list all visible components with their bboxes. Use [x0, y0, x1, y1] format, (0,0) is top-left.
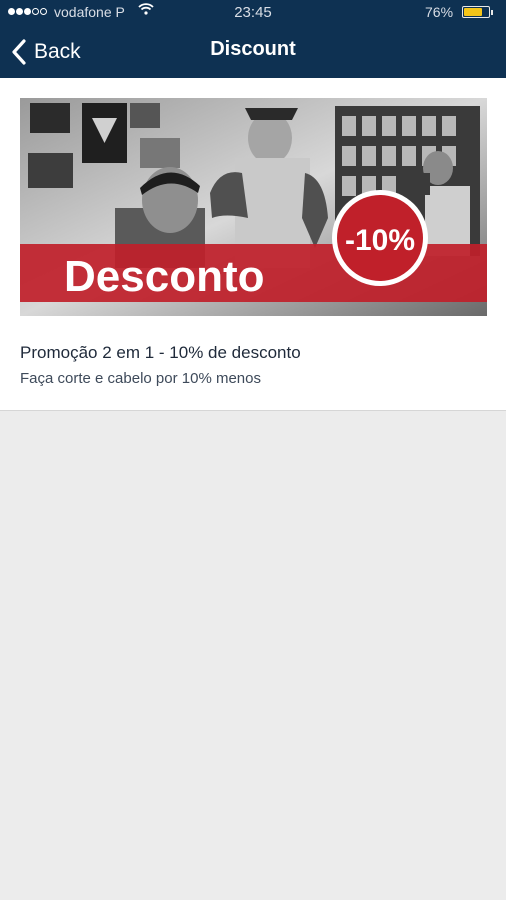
status-bar: vodafone P 23:45 76%	[0, 0, 506, 26]
navigation-bar: vodafone P 23:45 76% Back Discount	[0, 0, 506, 78]
promo-banner-image[interactable]: Desconto -10%	[20, 98, 487, 316]
battery-icon	[462, 6, 490, 18]
promo-title: Promoção 2 em 1 - 10% de desconto	[20, 343, 301, 362]
battery-percentage: 76%	[425, 4, 454, 20]
page-title: Discount	[210, 38, 296, 60]
discount-card[interactable]: Desconto -10% Promoção 2 em 1 - 10% de d…	[0, 78, 506, 411]
discount-badge: -10%	[345, 224, 415, 257]
banner-text: Desconto	[64, 252, 264, 301]
promo-subtitle: Faça corte e cabelo por 10% menos	[20, 370, 261, 387]
